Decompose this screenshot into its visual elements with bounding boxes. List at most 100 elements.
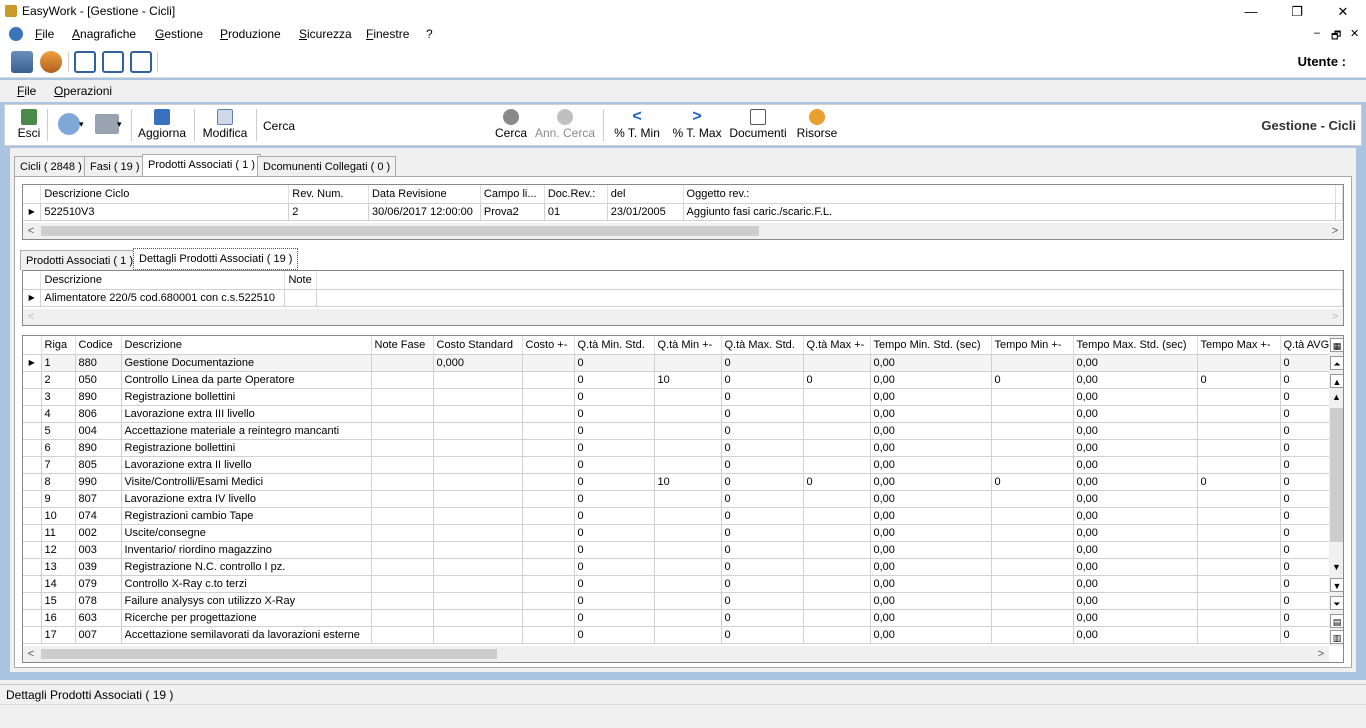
print-dropdown-icon[interactable]: ▾ (117, 119, 122, 130)
table-row[interactable]: 8 990 Visite/Controlli/Esami Medici 0 10 0 0 0,… (23, 473, 1334, 491)
subtab-prodotti-associati[interactable]: Prodotti Associati ( 1 ) (20, 250, 139, 270)
cerca-input[interactable] (302, 115, 492, 135)
dettagli-col-header-13[interactable]: Tempo Max +- (1197, 336, 1281, 355)
aggiorna-button[interactable]: Aggiorna (135, 109, 189, 143)
cicli-col-header-2[interactable]: Data Revisione (368, 185, 481, 204)
dettagli-vscroll-thumb[interactable] (1330, 408, 1343, 542)
grid-filter-icon[interactable]: ▥ (1330, 630, 1343, 644)
row-selector[interactable] (23, 609, 42, 627)
cicli-col-header-0[interactable]: Descrizione Ciclo (40, 185, 290, 204)
subtab-dettagli-prodotti[interactable]: Dettagli Prodotti Associati ( 19 ) (133, 248, 299, 270)
dettagli-hscroll-thumb[interactable] (41, 649, 497, 659)
prodotti-hscrollbar[interactable]: < > (23, 309, 1343, 325)
child-menu-operazioni[interactable]: Operazioni (54, 84, 112, 98)
cicli-col-header-3[interactable]: Campo li... (480, 185, 545, 204)
esci-button[interactable]: Esci (13, 109, 45, 143)
menu-finestre[interactable]: Finestre (366, 27, 409, 41)
scroll-down-icon[interactable]: ▼ (1332, 562, 1341, 572)
scroll-page-down-icon[interactable]: ▼ (1330, 578, 1343, 592)
row-selector[interactable] (23, 405, 42, 423)
cicli-col-header-4[interactable]: Doc.Rev.: (544, 185, 608, 204)
scroll-first-icon[interactable]: ⏶ (1330, 356, 1343, 370)
prodotti-row[interactable]: ▶ Alimentatore 220/5 cod.680001 con c.s.5… (23, 289, 1343, 307)
mdi-restore-button[interactable]: 🗗 (1331, 27, 1341, 46)
cicli-hscroll-thumb[interactable] (41, 226, 759, 236)
scroll-right-icon[interactable]: > (1313, 646, 1329, 662)
tab-cicli[interactable]: Cicli ( 2848 ) (14, 156, 88, 176)
preview-dropdown-icon[interactable]: ▾ (79, 119, 84, 130)
restore-button[interactable]: ❐ (1274, 0, 1320, 24)
table-row[interactable]: 12 003 Inventario/ riordino magazzino 0 0 0,0… (23, 541, 1334, 559)
row-pointer-icon[interactable]: ▶ (23, 289, 42, 307)
dettagli-col-header-14[interactable]: Q.tà AVG (1280, 336, 1334, 355)
table-row[interactable]: 10 074 Registrazioni cambio Tape 0 0 0,00 0,00… (23, 507, 1334, 525)
scroll-right-icon[interactable]: > (1327, 309, 1343, 325)
dettagli-col-header-0[interactable]: Riga (41, 336, 76, 355)
row-pointer-icon[interactable]: ▶ (23, 203, 42, 221)
dettagli-col-header-1[interactable]: Codice (75, 336, 122, 355)
row-selector[interactable] (23, 456, 42, 474)
table-row[interactable]: 15 078 Failure analysys con utilizzo X-Ray… (23, 592, 1334, 610)
row-selector[interactable] (23, 575, 42, 593)
dettagli-col-header-8[interactable]: Q.tà Max. Std. (721, 336, 804, 355)
table-row[interactable]: 13 039 Registrazione N.C. controllo I pz. 0… (23, 558, 1334, 576)
cerca-button[interactable]: Cerca (493, 109, 529, 143)
edit-document-icon[interactable] (102, 51, 124, 73)
menu-gestione[interactable]: Gestione (155, 27, 203, 41)
table-row[interactable]: 7 805 Lavorazione extra II livello 0 0 0,00 0,… (23, 456, 1334, 474)
row-selector[interactable] (23, 592, 42, 610)
tab-prodotti-associati[interactable]: Prodotti Associati ( 1 ) (142, 154, 261, 176)
menu-help[interactable]: ? (426, 27, 433, 41)
table-row[interactable]: 2 050 Controllo Linea da parte Operatore 0 1… (23, 371, 1334, 389)
table-row[interactable]: 6 890 Registrazione bollettini 0 0 0,00 0,00 0 (23, 439, 1334, 457)
dettagli-col-header-12[interactable]: Tempo Max. Std. (sec) (1073, 336, 1198, 355)
user-icon[interactable] (40, 51, 62, 73)
dettagli-hscrollbar[interactable]: < > (23, 646, 1329, 662)
t-max-button[interactable]: > % T. Max (669, 109, 725, 143)
dettagli-col-header-11[interactable]: Tempo Min +- (991, 336, 1074, 355)
row-selector[interactable] (23, 626, 42, 644)
scroll-last-icon[interactable]: ⏷ (1330, 596, 1343, 610)
risorse-button[interactable]: Risorse (795, 109, 839, 143)
grid-options-icon[interactable]: ▤ (1330, 614, 1343, 628)
dettagli-col-header-10[interactable]: Tempo Min. Std. (sec) (870, 336, 992, 355)
modifica-button[interactable]: Modifica (199, 109, 251, 143)
row-selector[interactable]: ▶ (23, 354, 42, 372)
tab-documenti-collegati[interactable]: Dcomunenti Collegati ( 0 ) (257, 156, 397, 176)
dettagli-col-header-5[interactable]: Costo +- (522, 336, 575, 355)
close-button[interactable]: ✕ (1320, 0, 1366, 24)
dettagli-col-header-2[interactable]: Descrizione (121, 336, 372, 355)
table-row[interactable]: ▶ 1 880 Gestione Documentazione 0,000 0 0 0,00 0… (23, 354, 1334, 372)
dettagli-col-header-4[interactable]: Costo Standard (433, 336, 523, 355)
table-row[interactable]: 14 079 Controllo X-Ray c.to terzi 0 0 0,00 0,0… (23, 575, 1334, 593)
dettagli-col-header-3[interactable]: Note Fase (371, 336, 434, 355)
row-selector[interactable] (23, 439, 42, 457)
print-check-icon[interactable] (130, 51, 152, 73)
scroll-right-icon[interactable]: > (1327, 223, 1343, 239)
scroll-left-icon[interactable]: < (23, 309, 39, 325)
row-selector[interactable] (23, 524, 42, 542)
dettagli-col-header-6[interactable]: Q.tà Min. Std. (574, 336, 655, 355)
menu-file[interactable]: File (35, 27, 54, 41)
prodotti-col-header-1[interactable]: Note (284, 271, 318, 290)
row-selector[interactable] (23, 490, 42, 508)
scroll-left-icon[interactable]: < (23, 223, 39, 239)
table-row[interactable]: 16 603 Ricerche per progettazione 0 0 0,00 0,0… (23, 609, 1334, 627)
row-selector[interactable] (23, 473, 42, 491)
minimize-button[interactable]: — (1228, 0, 1274, 24)
documenti-button[interactable]: Documenti (727, 109, 789, 143)
dettagli-col-header-9[interactable]: Q.tà Max +- (803, 336, 871, 355)
cicli-hscrollbar[interactable]: < > (23, 223, 1343, 239)
ann-cerca-button[interactable]: Ann. Cerca (533, 109, 597, 143)
scroll-left-icon[interactable]: < (23, 646, 39, 662)
dettagli-col-header-7[interactable]: Q.tà Min +- (654, 336, 722, 355)
app-menu-icon[interactable] (9, 27, 23, 41)
table-row[interactable]: 9 807 Lavorazione extra IV livello 0 0 0,00 0,… (23, 490, 1334, 508)
mdi-minimize-button[interactable]: – (1314, 27, 1320, 39)
row-selector[interactable] (23, 388, 42, 406)
cicli-col-header-6[interactable]: Oggetto rev.: (683, 185, 1337, 204)
menu-anagrafiche[interactable]: Anagrafiche (72, 27, 136, 41)
menu-produzione[interactable]: Produzione (220, 27, 281, 41)
child-menu-file[interactable]: File (17, 84, 36, 98)
grid-columns-icon[interactable]: ▦ (1330, 338, 1343, 352)
